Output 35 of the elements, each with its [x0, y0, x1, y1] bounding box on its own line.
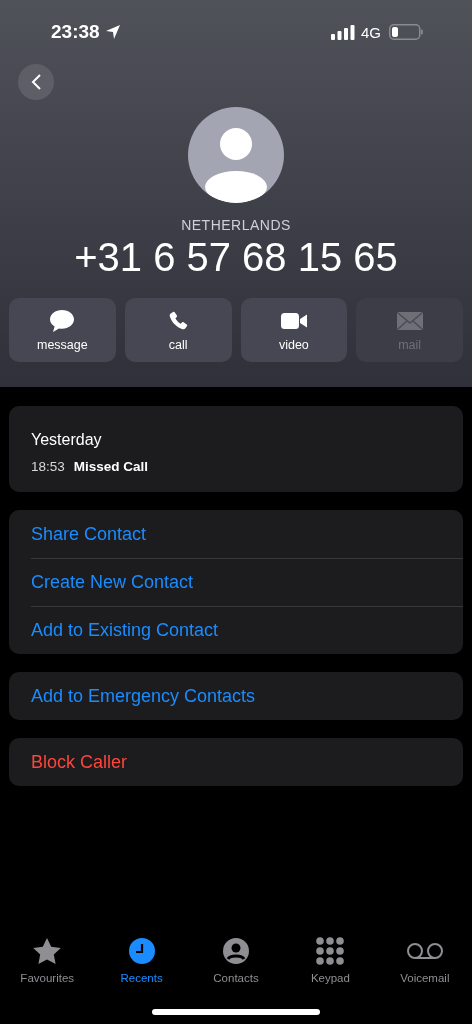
- tab-bar-item[interactable]: Favourites: [0, 935, 95, 984]
- avatar-icon: [188, 107, 284, 203]
- clock-icon: [128, 938, 155, 964]
- keypad-icon: [316, 937, 345, 965]
- destructive-option[interactable]: Block Caller: [31, 738, 463, 786]
- call-time: 18:53: [31, 459, 65, 474]
- option-link[interactable]: Add to Existing Contact: [31, 606, 463, 654]
- status-time: 23:38: [51, 21, 100, 43]
- network-type: 4G: [361, 23, 381, 41]
- video-camera-icon: [279, 311, 308, 331]
- back-button[interactable]: [18, 64, 54, 100]
- option-link[interactable]: Add to Emergency Contacts: [31, 672, 463, 720]
- phone-icon: [167, 310, 190, 332]
- video-action-button[interactable]: video: [240, 298, 348, 362]
- signal-icon: [331, 24, 355, 40]
- tab-bar-item[interactable]: Contacts: [188, 935, 284, 984]
- tab-bar-item[interactable]: Keypad: [283, 935, 378, 984]
- call-type: Missed Call: [73, 459, 149, 474]
- location-arrow-icon: [104, 24, 121, 40]
- chevron-left-icon: [30, 73, 42, 91]
- person-circle-icon: [223, 938, 249, 964]
- contact-region: NETHERLANDS: [180, 217, 292, 233]
- tab-bar-item[interactable]: Recents: [94, 935, 189, 984]
- envelope-icon: [395, 311, 424, 331]
- call-action-button[interactable]: call: [124, 298, 232, 362]
- speech-bubble-icon: [49, 309, 76, 333]
- battery-icon: [389, 24, 423, 40]
- star-icon: [32, 937, 63, 965]
- voicemail-icon: [405, 942, 444, 960]
- option-link[interactable]: Share Contact: [31, 510, 463, 558]
- call-day: Yesterday: [31, 431, 441, 449]
- message-action-button[interactable]: message: [9, 298, 116, 362]
- phone-number: +31 6 57 68 15 65: [73, 235, 399, 280]
- option-link[interactable]: Create New Contact: [31, 558, 463, 606]
- tab-bar-item[interactable]: Voicemail: [377, 935, 472, 984]
